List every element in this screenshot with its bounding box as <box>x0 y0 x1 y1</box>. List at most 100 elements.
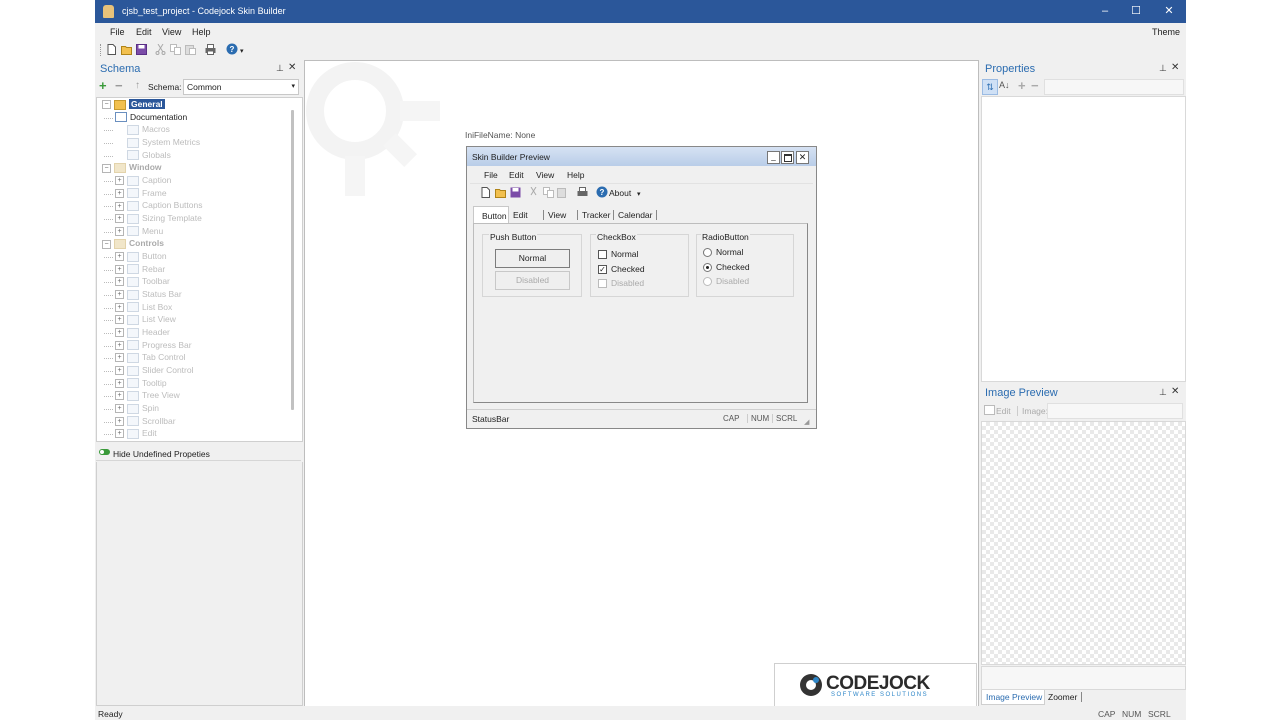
tab-image-preview[interactable]: Image Preview <box>981 690 1045 705</box>
properties-pin-icon[interactable]: ⊥ <box>1159 63 1167 74</box>
help-icon[interactable]: ? <box>226 43 238 55</box>
checkbox-normal[interactable] <box>598 250 607 259</box>
checkbox-disabled[interactable] <box>598 279 607 288</box>
paste-icon[interactable] <box>185 44 196 55</box>
expand-icon[interactable]: + <box>115 328 124 338</box>
tree-item[interactable]: + Scrollbar <box>104 416 176 427</box>
menu-edit[interactable]: Edit <box>136 27 152 37</box>
tree-item[interactable]: + Tree View <box>104 390 180 401</box>
preview-menu-edit[interactable]: Edit <box>509 170 524 180</box>
expand-icon[interactable]: + <box>115 264 124 274</box>
tree-item[interactable]: + Rebar <box>104 264 165 275</box>
expand-icon[interactable]: + <box>115 404 124 414</box>
tree-item[interactable]: + Header <box>104 327 170 338</box>
expand-icon[interactable]: + <box>115 378 124 388</box>
image-select[interactable] <box>1047 403 1183 419</box>
resize-grip-icon[interactable]: ◢ <box>804 418 809 426</box>
expand-icon[interactable]: + <box>115 315 124 325</box>
preview-open-icon[interactable] <box>495 187 506 198</box>
menu-file[interactable]: File <box>110 27 125 37</box>
image-edit-icon[interactable] <box>984 405 995 415</box>
tree-item[interactable]: +Globals <box>104 150 171 161</box>
expand-icon[interactable]: + <box>115 277 124 287</box>
close-icon[interactable]: ✕ <box>288 62 296 73</box>
expand-icon[interactable]: + <box>115 188 124 198</box>
preview-save-icon[interactable] <box>510 187 521 198</box>
tree-item[interactable]: + Caption Buttons <box>104 200 202 212</box>
tree-item[interactable]: + Progress Bar <box>104 340 192 351</box>
properties-close-icon[interactable]: ✕ <box>1171 62 1179 73</box>
properties-select[interactable] <box>1044 79 1184 95</box>
preview-paste-icon[interactable] <box>557 187 568 198</box>
collapse-icon[interactable]: − <box>102 163 111 173</box>
tree-item[interactable]: +System Metrics <box>104 137 200 148</box>
collapse-icon[interactable]: − <box>102 239 111 249</box>
tree-group[interactable]: − General <box>102 99 165 110</box>
expand-icon[interactable]: + <box>115 302 124 312</box>
tree-group[interactable]: − Window <box>102 162 162 174</box>
expand-icon[interactable]: + <box>115 201 124 211</box>
schema-select[interactable]: Common ▾ <box>183 79 299 95</box>
image-preview-pin-icon[interactable]: ⊥ <box>1159 387 1167 398</box>
preview-help-icon[interactable]: ? <box>596 186 608 198</box>
expand-icon[interactable]: + <box>115 416 124 426</box>
tree-item[interactable]: + Frame <box>104 188 167 199</box>
tree-item[interactable]: + Caption <box>104 175 171 186</box>
tree-group[interactable]: − Controls <box>102 238 164 249</box>
preview-minimize-icon[interactable]: _ <box>767 151 780 164</box>
tree-item[interactable]: + Sizing Template <box>104 213 202 224</box>
new-icon[interactable] <box>106 44 117 55</box>
preview-menu-help[interactable]: Help <box>567 170 584 180</box>
expand-icon[interactable]: + <box>115 176 124 186</box>
expand-icon[interactable]: + <box>115 429 124 439</box>
expand-icon[interactable]: + <box>115 252 124 262</box>
menu-help[interactable]: Help <box>192 27 211 37</box>
maximize-button[interactable]: ☐ <box>1121 3 1151 20</box>
menu-theme[interactable]: Theme <box>1152 27 1180 37</box>
radio-disabled[interactable] <box>703 277 712 286</box>
cut-icon[interactable] <box>155 44 166 55</box>
copy-icon[interactable] <box>170 44 181 55</box>
checkbox-checked[interactable]: ✓ <box>598 265 607 274</box>
preview-menu-file[interactable]: File <box>484 170 498 180</box>
tree-item[interactable]: + Button <box>104 251 167 262</box>
expand-icon[interactable]: + <box>115 353 124 363</box>
properties-add-icon[interactable]: + <box>1018 78 1026 93</box>
categorized-icon[interactable]: ⇅ <box>982 79 998 95</box>
expand-icon[interactable]: + <box>115 214 124 224</box>
expand-icon[interactable]: + <box>115 391 124 401</box>
tree-item[interactable]: + List View <box>104 314 176 325</box>
preview-menu-view[interactable]: View <box>536 170 554 180</box>
tree-item[interactable]: + Tab Control <box>104 352 185 363</box>
image-preview-close-icon[interactable]: ✕ <box>1171 386 1179 397</box>
preview-about-chevron-icon[interactable]: ▾ <box>637 190 641 198</box>
tree-item[interactable]: Documentation <box>104 112 187 123</box>
preview-new-icon[interactable] <box>481 187 491 198</box>
tree-item[interactable]: + Edit <box>104 428 157 439</box>
radio-normal[interactable] <box>703 248 712 257</box>
toolbar-grip[interactable] <box>100 44 103 56</box>
preview-copy-icon[interactable] <box>543 187 554 198</box>
sort-alpha-icon[interactable]: A↓ <box>999 80 1010 90</box>
expand-icon[interactable]: + <box>115 340 124 350</box>
disabled-push-button[interactable]: Disabled <box>495 271 570 290</box>
up-arrow-icon[interactable]: ↑ <box>135 80 140 91</box>
expand-icon[interactable]: + <box>115 366 124 376</box>
expand-icon[interactable]: + <box>115 290 124 300</box>
preview-close-icon[interactable]: ✕ <box>796 151 809 164</box>
tree-item[interactable]: + Status Bar <box>104 289 182 300</box>
tree-item[interactable]: + Slider Control <box>104 365 194 376</box>
preview-tab-edit[interactable]: Edit <box>513 210 528 220</box>
minimize-button[interactable]: – <box>1090 3 1120 20</box>
tree-item[interactable]: + Toolbar <box>104 276 170 287</box>
open-icon[interactable] <box>121 44 132 55</box>
hide-undefined-label[interactable]: Hide Undefined Propeties <box>113 449 210 459</box>
pin-icon[interactable]: ⊥ <box>276 63 284 74</box>
preview-tab-tracker[interactable]: Tracker <box>577 210 611 220</box>
tree-item[interactable]: + List Box <box>104 302 172 313</box>
expand-icon[interactable]: + <box>115 226 124 236</box>
toggle-switch[interactable] <box>99 449 110 455</box>
collapse-icon[interactable]: − <box>102 100 111 110</box>
normal-push-button[interactable]: Normal <box>495 249 570 268</box>
tree-item[interactable]: + Tooltip <box>104 378 167 389</box>
